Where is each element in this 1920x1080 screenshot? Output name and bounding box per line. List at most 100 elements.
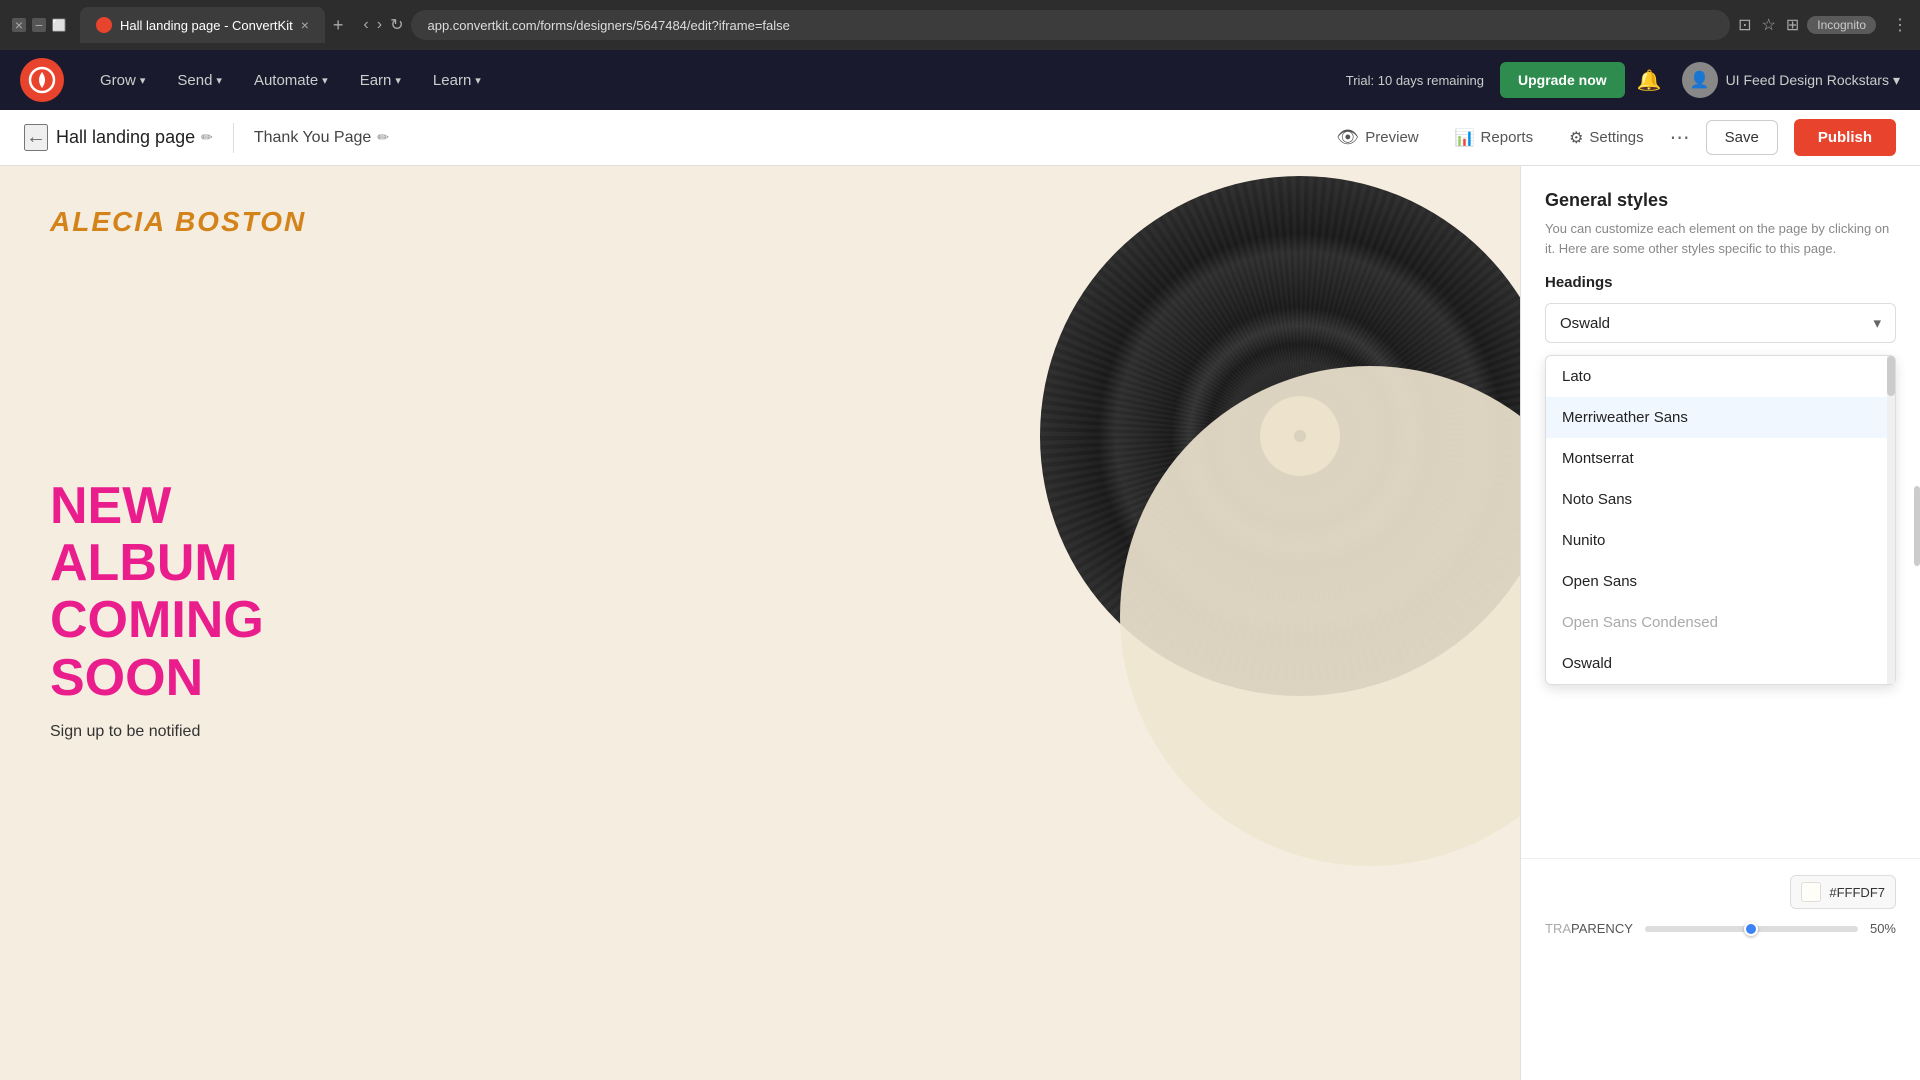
font-option-merriweather-sans[interactable]: Merriweather Sans [1546, 397, 1895, 438]
nav-send-chevron: ▾ [216, 74, 222, 87]
nav-earn-chevron: ▾ [395, 74, 401, 87]
nav-user-menu[interactable]: UI Feed Design Rockstars ▾ [1726, 72, 1900, 89]
publish-button[interactable]: Publish [1794, 119, 1896, 156]
notification-bell-icon[interactable]: 🔔 [1637, 68, 1662, 93]
nav-automate-label: Automate [254, 72, 318, 89]
settings-label: Settings [1589, 129, 1643, 146]
preview-icon: 👁 [1336, 127, 1359, 148]
window-maximize-btn[interactable]: ⬜ [52, 18, 66, 32]
color-hex-value: #FFFDF7 [1829, 885, 1885, 900]
back-button[interactable]: ← [24, 124, 48, 151]
preview-button[interactable]: 👁 Preview [1326, 121, 1428, 154]
color-input[interactable]: #FFFDF7 [1790, 875, 1896, 909]
browser-tab[interactable]: Hall landing page - ConvertKit × [80, 7, 325, 43]
transparency-slider[interactable] [1645, 926, 1858, 932]
nav-learn[interactable]: Learn ▾ [417, 72, 497, 89]
back-nav-btn[interactable]: ‹ [363, 16, 368, 34]
nav-send-label: Send [177, 72, 212, 89]
nav-learn-label: Learn [433, 72, 471, 89]
top-nav: Grow ▾ Send ▾ Automate ▾ Earn ▾ Learn ▾ … [0, 50, 1920, 110]
window-minimize-btn[interactable]: − [32, 18, 46, 32]
new-tab-btn[interactable]: + [333, 15, 344, 36]
forward-nav-btn[interactable]: › [377, 16, 382, 34]
nav-logo[interactable] [20, 58, 64, 102]
slider-thumb[interactable] [1744, 922, 1758, 936]
reports-icon: 📊 [1455, 128, 1475, 148]
reports-label: Reports [1481, 129, 1534, 146]
sub-text: Sign up to be notified [50, 723, 1470, 741]
tab-close-btn[interactable]: × [301, 17, 309, 33]
selected-font-label: Oswald [1560, 315, 1610, 332]
headline-line2: ALBUM [50, 535, 1470, 592]
headline: NEW ALBUM COMING SOON [50, 478, 1470, 707]
font-option-lato[interactable]: Lato [1546, 356, 1895, 397]
upgrade-button[interactable]: Upgrade now [1500, 62, 1625, 98]
font-dropdown[interactable]: Lato Merriweather Sans Montserrat Noto S… [1545, 355, 1896, 685]
color-row: #FFFDF7 [1545, 875, 1896, 909]
edit-page-title-icon[interactable]: ✏ [201, 129, 213, 146]
divider [233, 123, 234, 153]
font-select-trigger[interactable]: Oswald ▾ [1545, 303, 1896, 343]
thank-you-page-tab[interactable]: Thank You Page [254, 129, 371, 147]
reload-btn[interactable]: ↻ [390, 15, 403, 35]
headline-line4: SOON [50, 650, 1470, 707]
panel-scrollbar-thumb [1914, 486, 1920, 566]
bookmark-icon[interactable]: ☆ [1762, 15, 1776, 35]
font-option-open-sans[interactable]: Open Sans [1546, 561, 1895, 602]
browser-chrome: × − ⬜ Hall landing page - ConvertKit × +… [0, 0, 1920, 50]
more-options-icon[interactable]: ⋯ [1670, 125, 1690, 150]
panel-header: General styles You can customize each el… [1521, 166, 1920, 274]
nav-grow[interactable]: Grow ▾ [84, 72, 161, 89]
nav-earn[interactable]: Earn ▾ [344, 72, 417, 89]
extension-icon[interactable]: ⊞ [1786, 15, 1799, 35]
edit-thankyou-icon[interactable]: ✏ [377, 129, 389, 146]
transparency-row: TRAPARENCY 50% [1545, 921, 1896, 936]
editor-actions: 👁 Preview 📊 Reports ⚙ Settings ⋯ Save Pu… [1326, 119, 1896, 156]
transparency-prefix: TRA [1545, 921, 1571, 936]
font-select-container: Oswald ▾ Lato [1545, 303, 1896, 343]
editor-bar: ← Hall landing page ✏ Thank You Page ✏ 👁… [0, 110, 1920, 166]
settings-button[interactable]: ⚙ Settings [1559, 122, 1654, 154]
browser-icons: ⊡ ☆ ⊞ [1738, 15, 1799, 35]
canvas-area: ALECIA BOSTON NEW ALBUM COMING SOON Sign… [0, 166, 1520, 1080]
transparency-text: PARENCY [1571, 921, 1633, 936]
font-option-open-sans-condensed[interactable]: Open Sans Condensed [1546, 602, 1895, 643]
color-transparency-section: #FFFDF7 TRAPARENCY 50% [1521, 858, 1920, 960]
panel-description: You can customize each element on the pa… [1545, 219, 1896, 258]
transparency-value: 50% [1870, 921, 1896, 936]
headline-line1: NEW [50, 478, 1470, 535]
address-bar[interactable]: app.convertkit.com/forms/designers/56474… [411, 10, 1730, 40]
nav-user-label: UI Feed Design Rockstars [1726, 72, 1889, 88]
trial-badge: Trial: 10 days remaining [1346, 73, 1484, 88]
color-swatch [1801, 882, 1821, 902]
font-option-noto-sans[interactable]: Noto Sans [1546, 479, 1895, 520]
headings-section: Headings Oswald ▾ La [1521, 274, 1920, 343]
screen-cast-icon[interactable]: ⊡ [1738, 15, 1751, 35]
font-option-montserrat[interactable]: Montserrat [1546, 438, 1895, 479]
dropdown-scrollbar-thumb [1887, 356, 1895, 396]
nav-send[interactable]: Send ▾ [161, 72, 238, 89]
browser-menu-icon[interactable]: ⋮ [1892, 15, 1908, 35]
settings-icon: ⚙ [1569, 128, 1583, 148]
transparency-label: TRAPARENCY [1545, 921, 1633, 936]
tab-title: Hall landing page - ConvertKit [120, 18, 293, 33]
window-close-btn[interactable]: × [12, 18, 26, 32]
font-option-nunito[interactable]: Nunito [1546, 520, 1895, 561]
font-option-oswald[interactable]: Oswald [1546, 643, 1895, 684]
save-button[interactable]: Save [1706, 120, 1778, 155]
page-canvas[interactable]: ALECIA BOSTON NEW ALBUM COMING SOON Sign… [0, 166, 1520, 1080]
nav-earn-label: Earn [360, 72, 392, 89]
preview-label: Preview [1365, 129, 1418, 146]
user-avatar[interactable]: 👤 [1682, 62, 1718, 98]
nav-automate[interactable]: Automate ▾ [238, 72, 344, 89]
font-dropdown-list[interactable]: Lato Merriweather Sans Montserrat Noto S… [1546, 356, 1895, 684]
main-layout: ALECIA BOSTON NEW ALBUM COMING SOON Sign… [0, 166, 1920, 1080]
nav-automate-chevron: ▾ [322, 74, 328, 87]
reports-button[interactable]: 📊 Reports [1445, 122, 1543, 154]
panel-scrollbar [1914, 446, 1920, 1046]
right-panel: General styles You can customize each el… [1520, 166, 1920, 1080]
convertkit-logo-icon [28, 66, 56, 94]
url-text: app.convertkit.com/forms/designers/56474… [427, 18, 789, 33]
dropdown-scrollbar-track [1887, 356, 1895, 684]
headline-line3: COMING [50, 592, 1470, 649]
